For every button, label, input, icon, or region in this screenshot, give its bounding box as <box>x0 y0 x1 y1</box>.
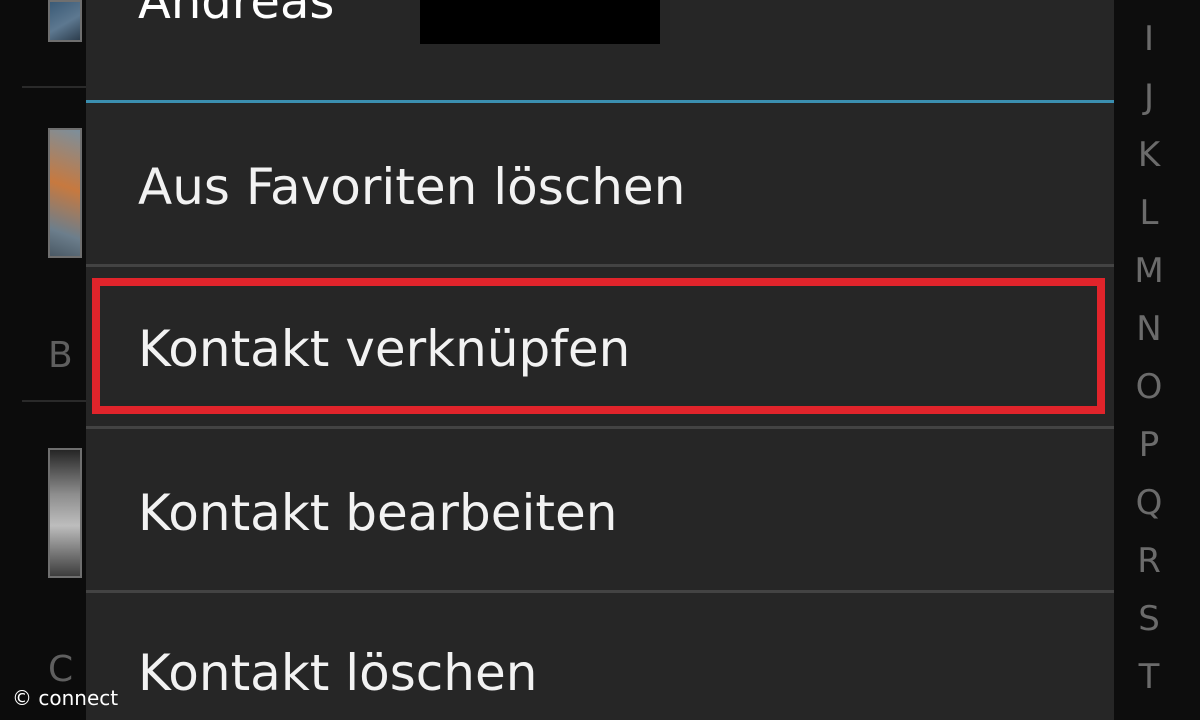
index-letter-n[interactable]: N <box>1114 312 1184 346</box>
index-letter-k[interactable]: K <box>1114 138 1184 172</box>
menu-item-label: Aus Favoriten löschen <box>138 158 686 216</box>
contact-thumbnail[interactable] <box>48 128 82 258</box>
menu-item-label: Kontakt verknüpfen <box>138 320 631 378</box>
menu-divider <box>86 590 1114 593</box>
index-letter-o[interactable]: O <box>1114 370 1184 404</box>
alphabet-index[interactable]: IJKLMNOPQRSTU <box>1114 0 1200 720</box>
index-letter-t[interactable]: T <box>1114 660 1184 694</box>
menu-item-link-contact[interactable]: Kontakt verknüpfen <box>86 268 1114 426</box>
menu-divider <box>86 264 1114 267</box>
index-letter-p[interactable]: P <box>1114 428 1184 462</box>
index-letter-s[interactable]: S <box>1114 602 1184 636</box>
contact-thumbnail[interactable] <box>48 448 82 578</box>
contact-thumbnail[interactable] <box>48 0 82 42</box>
contact-context-menu: Andreas Aus Favoriten löschen Kontakt ve… <box>86 0 1114 720</box>
menu-item-delete-contact[interactable]: Kontakt löschen <box>86 594 1114 720</box>
title-divider <box>86 100 1114 103</box>
dialog-title: Andreas <box>138 0 335 30</box>
menu-item-remove-favorite[interactable]: Aus Favoriten löschen <box>86 106 1114 264</box>
index-letter-r[interactable]: R <box>1114 544 1184 578</box>
menu-item-edit-contact[interactable]: Kontakt bearbeiten <box>86 430 1114 588</box>
copyright-watermark: © connect <box>12 686 119 710</box>
index-letter-j[interactable]: J <box>1114 80 1184 114</box>
background-contact-list: B C <box>0 0 86 720</box>
menu-divider <box>86 426 1114 429</box>
redacted-surname <box>420 0 660 44</box>
index-letter-q[interactable]: Q <box>1114 486 1184 520</box>
menu-item-label: Kontakt löschen <box>138 644 538 702</box>
list-divider <box>22 400 86 402</box>
menu-item-label: Kontakt bearbeiten <box>138 484 618 542</box>
section-letter: C <box>48 649 74 690</box>
contacts-screen: B C Andreas Aus Favoriten löschen Kontak… <box>0 0 1200 720</box>
list-divider <box>22 86 86 88</box>
index-letter-m[interactable]: M <box>1114 254 1184 288</box>
dialog-header: Andreas <box>86 0 1114 100</box>
index-letter-i[interactable]: I <box>1114 22 1184 56</box>
index-letter-l[interactable]: L <box>1114 196 1184 230</box>
section-letter: B <box>48 335 73 376</box>
